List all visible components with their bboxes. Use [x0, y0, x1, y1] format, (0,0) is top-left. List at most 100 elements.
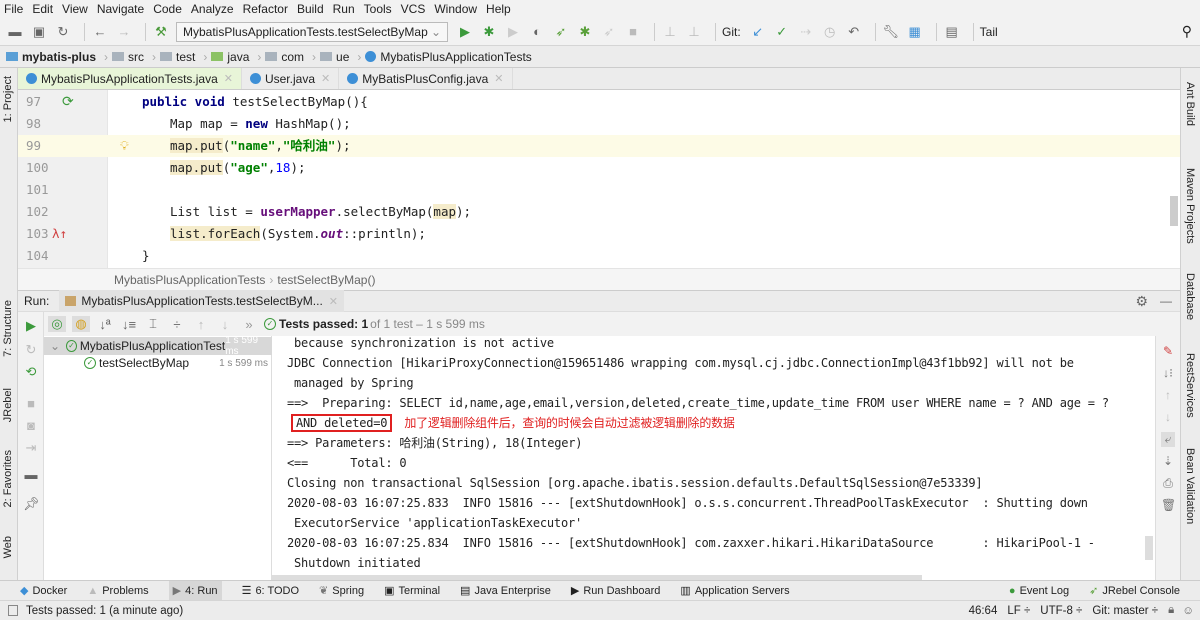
show-ignored-icon[interactable]: ◍: [72, 316, 90, 332]
vcs-push-icon[interactable]: ⊥: [685, 24, 703, 40]
tool-spring[interactable]: ❦ Spring: [319, 584, 364, 598]
run-icon[interactable]: ▶: [456, 24, 474, 40]
expand-all-icon[interactable]: ⌶: [144, 316, 162, 332]
collapse-all-icon[interactable]: ÷: [168, 317, 186, 332]
tool-run-dashboard[interactable]: ▶ Run Dashboard: [571, 584, 661, 598]
git-update-icon[interactable]: ↙: [749, 24, 767, 40]
menu-build[interactable]: Build: [297, 2, 324, 16]
close-icon[interactable]: ✕: [321, 72, 330, 85]
open-folder-icon[interactable]: ▬: [6, 24, 24, 39]
tool-event-log[interactable]: ● Event Log: [1009, 585, 1069, 597]
tool-java-enterprise[interactable]: ▤ Java Enterprise: [460, 584, 551, 598]
build-hammer-icon[interactable]: ⚒: [152, 24, 170, 40]
lock-icon[interactable]: 🔒︎: [1168, 604, 1174, 617]
close-icon[interactable]: ✕: [329, 295, 338, 308]
tab-mybatisplusapplicationtests[interactable]: MybatisPlusApplicationTests.java ✕: [18, 68, 242, 89]
rerun-failed-icon[interactable]: ↻: [23, 342, 39, 358]
tool-problems[interactable]: ▲ Problems: [87, 585, 148, 597]
sort-alpha-icon[interactable]: ↓ª: [96, 317, 114, 332]
print-icon[interactable]: ⎙: [1161, 476, 1175, 491]
inspector-icon[interactable]: ☺: [1182, 605, 1194, 617]
run-coverage-icon[interactable]: ▶: [504, 24, 522, 40]
toggle-autotest-icon[interactable]: ⟲: [23, 364, 39, 380]
minimize-icon[interactable]: —: [1160, 294, 1172, 308]
menu-edit[interactable]: Edit: [32, 2, 53, 16]
crumb-java[interactable]: java: [211, 50, 249, 64]
crumb-com[interactable]: com: [265, 50, 304, 64]
tool-jrebel[interactable]: JRebel: [2, 388, 14, 422]
vcs-update-icon[interactable]: ⊥: [661, 24, 679, 40]
tree-item-method[interactable]: ✓ testSelectByMap 1 s 599 ms: [44, 354, 272, 372]
menu-help[interactable]: Help: [486, 2, 511, 16]
tail-button[interactable]: Tail: [980, 25, 998, 39]
next-test-icon[interactable]: ↓: [216, 317, 234, 332]
menu-tools[interactable]: Tools: [364, 2, 392, 16]
stop-icon[interactable]: ■: [624, 24, 642, 39]
tool-terminal[interactable]: ▣ Terminal: [384, 584, 440, 598]
tab-user[interactable]: User.java ✕: [242, 68, 340, 89]
forward-icon[interactable]: →: [115, 24, 133, 39]
back-icon[interactable]: ←: [91, 24, 109, 39]
menu-analyze[interactable]: Analyze: [191, 2, 234, 16]
git-rollback-icon[interactable]: ↶: [845, 24, 863, 40]
jrebel-run-icon[interactable]: ➶: [552, 24, 570, 40]
crumb-src[interactable]: src: [112, 50, 144, 64]
jrebel-debug-icon[interactable]: ✱: [576, 24, 594, 40]
lightbulb-icon[interactable]: 💡︎: [120, 135, 129, 157]
tail-icon[interactable]: ▤: [943, 24, 961, 40]
file-encoding[interactable]: UTF-8 ÷: [1040, 605, 1082, 617]
camera-icon[interactable]: ◙: [23, 418, 39, 433]
git-history-icon[interactable]: ◷: [821, 24, 839, 40]
menu-vcs[interactable]: VCS: [401, 2, 426, 16]
caret-position[interactable]: 46:64: [969, 605, 998, 617]
git-commit-icon[interactable]: ✓: [773, 24, 791, 40]
menu-run[interactable]: Run: [333, 2, 355, 16]
pin-icon[interactable]: 📌︎: [23, 496, 40, 512]
lambda-override-icon[interactable]: λ↑: [52, 223, 67, 245]
tool-maven-projects[interactable]: Maven Projects: [1184, 168, 1196, 244]
project-structure-icon[interactable]: ▦: [906, 24, 924, 40]
soft-wrap-icon[interactable]: ⤶: [1161, 432, 1175, 447]
run-test-icon[interactable]: ⟳: [62, 91, 74, 113]
scroll-to-end-icon[interactable]: ⇣: [1161, 454, 1175, 468]
show-passed-icon[interactable]: ◎: [48, 316, 66, 332]
sort-icon[interactable]: ↓⁝: [1161, 366, 1175, 380]
crumb-test[interactable]: test: [160, 50, 195, 64]
tree-item-class[interactable]: ⌄ ✓ MybatisPlusApplicationTest 1 s 599 m…: [44, 335, 272, 357]
import-icon[interactable]: ⇥: [23, 440, 39, 456]
tool-database[interactable]: Database: [1184, 273, 1196, 320]
sort-duration-icon[interactable]: ↓≡: [120, 317, 138, 332]
run-tab[interactable]: MybatisPlusApplicationTests.testSelectBy…: [59, 290, 345, 312]
tool-web[interactable]: Web: [2, 536, 14, 558]
menu-file[interactable]: File: [4, 2, 23, 16]
profile-icon[interactable]: ◐: [528, 24, 546, 39]
tool-bean-validation[interactable]: Bean Validation: [1184, 448, 1196, 524]
more-icon[interactable]: »: [240, 317, 258, 332]
status-icon[interactable]: [8, 605, 18, 616]
run-configuration-select[interactable]: MybatisPlusApplicationTests.testSelectBy…: [176, 21, 448, 42]
crumb-project[interactable]: mybatis-plus: [6, 50, 96, 64]
tool-restservices[interactable]: RestServices: [1184, 353, 1196, 418]
close-icon[interactable]: ✕: [224, 72, 233, 85]
menu-view[interactable]: View: [62, 2, 88, 16]
layout-icon[interactable]: ▬: [23, 467, 39, 482]
menu-navigate[interactable]: Navigate: [97, 2, 144, 16]
tab-mybatisplusconfig[interactable]: MyBatisPlusConfig.java ✕: [339, 68, 513, 89]
search-icon[interactable]: ⚲: [1182, 23, 1192, 40]
settings-wrench-icon[interactable]: 🔧︎: [882, 24, 900, 40]
crumb-class[interactable]: MybatisPlusApplicationTests: [365, 50, 532, 64]
tool-favorites[interactable]: 2: Favorites: [2, 450, 14, 507]
tool-todo[interactable]: ☰ 6: TODO: [242, 584, 299, 598]
gear-icon[interactable]: ⚙: [1135, 293, 1148, 310]
trash-icon[interactable]: 🗑︎: [1161, 498, 1176, 512]
crumb-ue[interactable]: ue: [320, 50, 349, 64]
jrebel-icon[interactable]: ➶: [600, 24, 618, 40]
crumb-class[interactable]: MybatisPlusApplicationTests: [114, 273, 265, 287]
git-branch[interactable]: Git: master ÷: [1092, 605, 1158, 617]
prev-test-icon[interactable]: ↑: [192, 317, 210, 332]
rerun-icon[interactable]: ▶: [23, 318, 39, 334]
tool-run[interactable]: ▶ 4: Run: [168, 580, 222, 601]
git-compare-icon[interactable]: ⇢: [797, 24, 815, 40]
sync-icon[interactable]: ↻: [54, 24, 72, 40]
menu-refactor[interactable]: Refactor: [243, 2, 288, 16]
